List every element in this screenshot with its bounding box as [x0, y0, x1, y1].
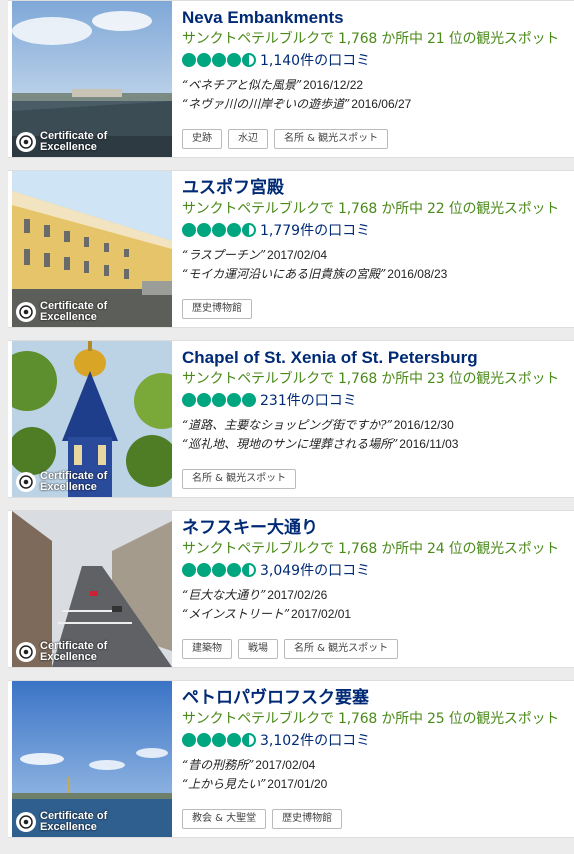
- attraction-card[interactable]: Certificate of Excellence ペトロパヴロフスク要塞 サンク…: [8, 680, 574, 838]
- attraction-photo[interactable]: Certificate of Excellence: [12, 681, 172, 837]
- review-snippet[interactable]: “ベネチアと似た風景”2016/12/22: [182, 76, 568, 95]
- attraction-title[interactable]: Chapel of St. Xenia of St. Petersburg: [182, 347, 568, 369]
- category-tag[interactable]: 史跡: [182, 129, 222, 149]
- certificate-of-excellence-badge: Certificate of Excellence: [16, 471, 107, 493]
- certificate-of-excellence-badge: Certificate of Excellence: [16, 641, 107, 663]
- attraction-photo[interactable]: Certificate of Excellence: [12, 511, 172, 667]
- review-snippet[interactable]: “巡礼地、現地のサンに埋葬される場所”2016/11/03: [182, 435, 568, 454]
- review-snippet[interactable]: “ネヴァ川の川岸ぞいの遊歩道”2016/06/27: [182, 95, 568, 114]
- reviews-count-link[interactable]: 3,049件の口コミ: [260, 560, 370, 580]
- popularity-rank: サンクトペテルブルクで 1,768 か所中 25 位の観光スポット: [182, 711, 560, 727]
- coe-line-2: Excellence: [40, 481, 97, 493]
- review-snippets: “ラスプーチン”2017/02/04 “モイカ運河沿いにある旧貴族の宮殿”201…: [182, 246, 568, 284]
- certificate-of-excellence-badge: Certificate of Excellence: [16, 131, 107, 153]
- coe-line-2: Excellence: [40, 141, 97, 153]
- review-snippets: “巨大な大通り”2017/02/26 “メインストリート”2017/02/01: [182, 586, 568, 624]
- reviews-count-link[interactable]: 231件の口コミ: [260, 390, 357, 410]
- attraction-photo[interactable]: Certificate of Excellence: [12, 171, 172, 327]
- rating-bubbles-icon: [182, 53, 257, 67]
- review-snippets: “ベネチアと似た風景”2016/12/22 “ネヴァ川の川岸ぞいの遊歩道”201…: [182, 76, 568, 114]
- rating-row: 1,140件の口コミ: [182, 50, 568, 70]
- rating-bubbles-icon: [182, 223, 257, 237]
- category-tag[interactable]: 戦場: [238, 639, 278, 659]
- attraction-title[interactable]: ペトロパヴロフスク要塞: [182, 687, 568, 709]
- rating-row: 3,049件の口コミ: [182, 560, 568, 580]
- owl-award-icon: [16, 642, 36, 662]
- category-tags: 名所 & 観光スポット: [182, 469, 302, 489]
- coe-line-2: Excellence: [40, 651, 97, 663]
- attraction-card[interactable]: Certificate of Excellence Neva Embankment…: [8, 0, 574, 158]
- coe-line-2: Excellence: [40, 311, 97, 323]
- attraction-photo[interactable]: Certificate of Excellence: [12, 1, 172, 157]
- review-snippets: “昔の刑務所”2017/02/04 “上から見たい”2017/01/20: [182, 756, 568, 794]
- attraction-photo[interactable]: Certificate of Excellence: [12, 341, 172, 497]
- review-snippet[interactable]: “昔の刑務所”2017/02/04: [182, 756, 568, 775]
- rating-row: 3,102件の口コミ: [182, 730, 568, 750]
- popularity-rank: サンクトペテルブルクで 1,768 か所中 23 位の観光スポット: [182, 371, 560, 387]
- popularity-rank: サンクトペテルブルクで 1,768 か所中 21 位の観光スポット: [182, 31, 560, 47]
- review-snippet[interactable]: “上から見たい”2017/01/20: [182, 775, 568, 794]
- certificate-of-excellence-badge: Certificate of Excellence: [16, 811, 107, 833]
- review-snippet[interactable]: “道路、主要なショッピング街ですか?”2016/12/30: [182, 416, 568, 435]
- rating-bubbles-icon: [182, 393, 257, 407]
- attraction-card[interactable]: Certificate of Excellence Chapel of St. X…: [8, 340, 574, 498]
- rating-bubbles-icon: [182, 563, 257, 577]
- attraction-title[interactable]: Neva Embankments: [182, 7, 568, 29]
- review-snippet[interactable]: “モイカ運河沿いにある旧貴族の宮殿”2016/08/23: [182, 265, 568, 284]
- reviews-count-link[interactable]: 3,102件の口コミ: [260, 730, 370, 750]
- reviews-count-link[interactable]: 1,140件の口コミ: [260, 50, 370, 70]
- category-tags: 史跡 水辺 名所 & 観光スポット: [182, 129, 394, 149]
- category-tag[interactable]: 歴史博物館: [272, 809, 343, 829]
- rating-bubbles-icon: [182, 733, 257, 747]
- category-tag[interactable]: 建築物: [182, 639, 232, 659]
- attraction-card[interactable]: Certificate of Excellence ネフスキー大通り サンクトペテ…: [8, 510, 574, 668]
- category-tags: 教会 & 大聖堂 歴史博物館: [182, 809, 348, 829]
- review-snippets: “道路、主要なショッピング街ですか?”2016/12/30 “巡礼地、現地のサン…: [182, 416, 568, 454]
- rating-row: 1,779件の口コミ: [182, 220, 568, 240]
- popularity-rank: サンクトペテルブルクで 1,768 か所中 24 位の観光スポット: [182, 541, 560, 557]
- category-tag[interactable]: 教会 & 大聖堂: [182, 809, 267, 829]
- attraction-title[interactable]: ネフスキー大通り: [182, 517, 568, 539]
- review-snippet[interactable]: “巨大な大通り”2017/02/26: [182, 586, 568, 605]
- owl-award-icon: [16, 812, 36, 832]
- attraction-card[interactable]: Certificate of Excellence ユスポフ宮殿 サンクトペテルブ…: [8, 170, 574, 328]
- category-tag[interactable]: 名所 & 観光スポット: [284, 639, 399, 659]
- review-snippet[interactable]: “ラスプーチン”2017/02/04: [182, 246, 568, 265]
- category-tags: 歴史博物館: [182, 299, 258, 319]
- popularity-rank: サンクトペテルブルクで 1,768 か所中 22 位の観光スポット: [182, 201, 560, 217]
- rating-row: 231件の口コミ: [182, 390, 568, 410]
- category-tags: 建築物 戦場 名所 & 観光スポット: [182, 639, 404, 659]
- category-tag[interactable]: 名所 & 観光スポット: [274, 129, 389, 149]
- category-tag[interactable]: 名所 & 観光スポット: [182, 469, 297, 489]
- owl-award-icon: [16, 472, 36, 492]
- attraction-title[interactable]: ユスポフ宮殿: [182, 177, 568, 199]
- certificate-of-excellence-badge: Certificate of Excellence: [16, 301, 107, 323]
- review-snippet[interactable]: “メインストリート”2017/02/01: [182, 605, 568, 624]
- owl-award-icon: [16, 132, 36, 152]
- category-tag[interactable]: 水辺: [228, 129, 268, 149]
- owl-award-icon: [16, 302, 36, 322]
- category-tag[interactable]: 歴史博物館: [182, 299, 252, 319]
- coe-line-2: Excellence: [40, 821, 97, 833]
- reviews-count-link[interactable]: 1,779件の口コミ: [260, 220, 370, 240]
